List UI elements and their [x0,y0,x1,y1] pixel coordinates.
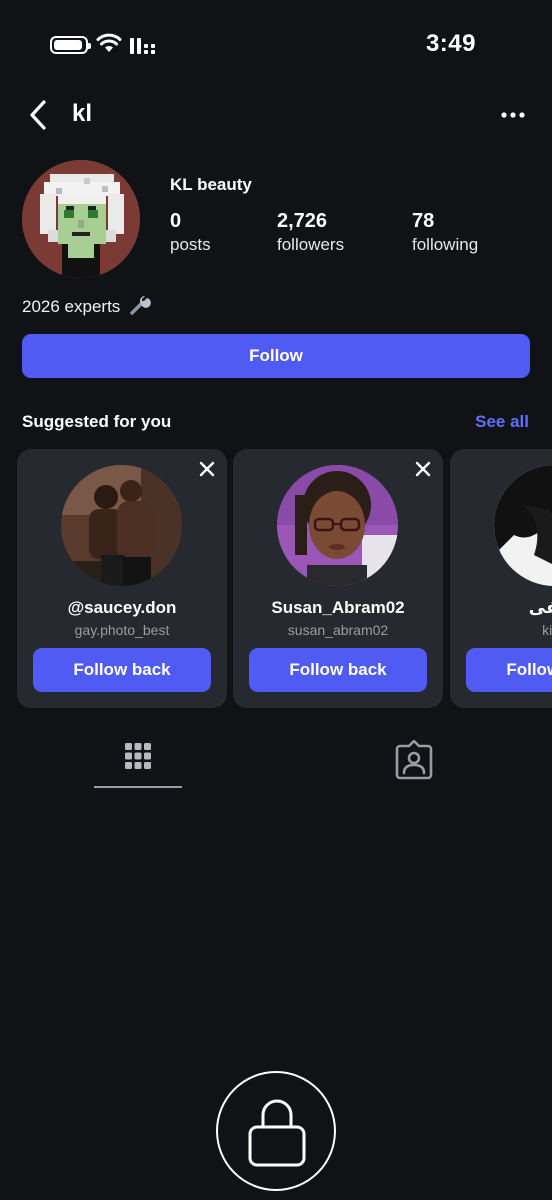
follow-back-button[interactable]: Follow back [33,648,211,692]
signal-icon [130,38,155,54]
pixel-avatar-image [22,160,140,278]
stat-following-label: following [412,235,479,254]
stat-posts-value: 0 [170,210,182,232]
profile-display-name: KL beauty [170,175,252,194]
profile-avatar[interactable] [22,160,140,278]
suggested-title: Suggested for you [22,412,172,431]
status-bar: 3:49 [0,0,552,90]
follow-back-button[interactable]: Follow back [249,648,427,692]
suggested-name: لطفی [528,598,552,617]
stat-followers-label: followers [277,235,345,254]
close-icon[interactable] [415,461,431,477]
lock-button[interactable] [216,1071,336,1191]
see-all-link[interactable]: See all [475,412,529,432]
suggested-avatar[interactable] [494,465,552,586]
stat-posts[interactable]: 0 posts [170,210,211,255]
profile-screen: 3:49 kl KL beauty 0 posts 2,726 follower… [0,0,552,1200]
suggested-name: @saucey.don [67,598,177,617]
suggested-handle: susan_abram02 [287,622,389,638]
bio-text: 2026 experts [22,297,121,316]
suggested-handle: gay.photo_best [74,622,170,638]
suggested-avatar[interactable] [61,465,182,586]
battery-icon [50,36,91,54]
suggested-card[interactable]: Susan_Abram02 susan_abram02 Follow back [233,449,443,708]
stat-following-value: 78 [412,210,435,232]
stat-following[interactable]: 78 following [412,210,478,255]
stat-followers-value: 2,726 [277,210,328,232]
suggested-handle: kitte [542,622,552,638]
stat-followers[interactable]: 2,726 followers [277,210,344,255]
close-icon[interactable] [199,461,215,477]
follow-back-button[interactable]: Follow back [466,648,552,692]
suggested-card[interactable]: @saucey.don gay.photo_best Follow back [17,449,227,708]
suggested-card[interactable]: لطفی kitte Follow back [450,449,552,708]
lock-icon [248,1099,306,1167]
profile-bio: 2026 experts [22,294,151,317]
more-options-icon[interactable] [500,108,526,122]
stat-posts-label: posts [170,235,211,254]
tagged-photos-icon[interactable] [392,740,436,780]
grid-icon [125,743,151,769]
header-username: kl [72,100,93,127]
suggested-name: Susan_Abram02 [271,598,405,617]
follow-button[interactable]: Follow [22,334,530,378]
active-tab-indicator [94,786,182,788]
suggested-avatar[interactable] [277,465,398,586]
tab-posts-grid[interactable] [94,738,182,788]
wrench-icon [130,296,151,315]
wifi-icon [96,33,122,52]
status-time: 3:49 [425,30,476,57]
back-arrow-icon[interactable] [26,98,52,132]
